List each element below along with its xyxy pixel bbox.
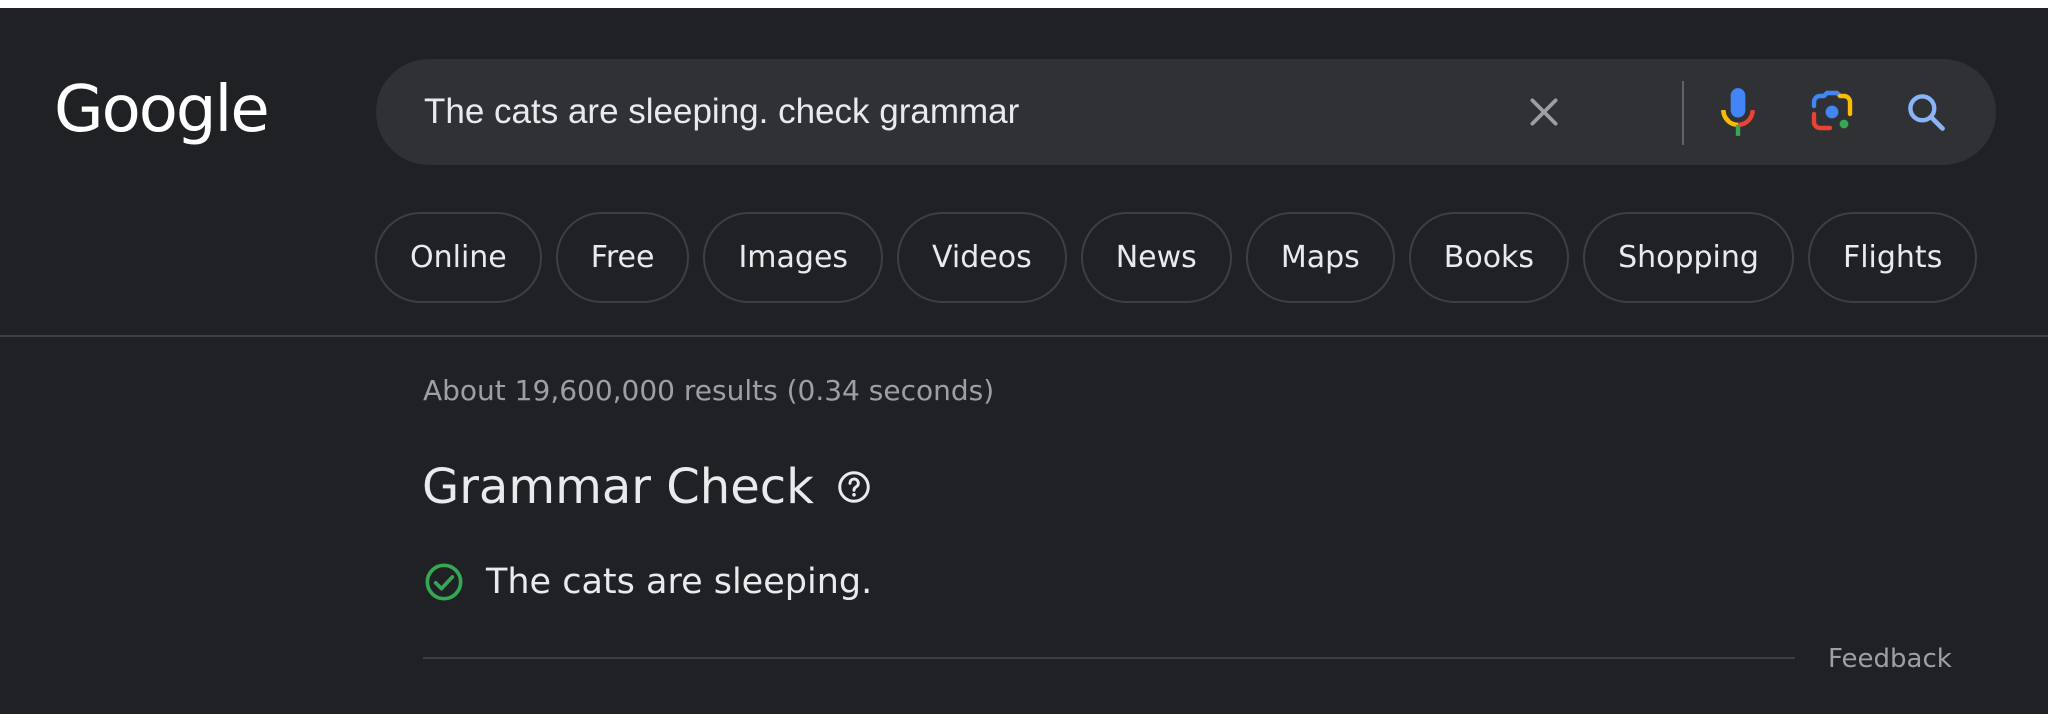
search-box [376,59,1996,165]
chip-flights[interactable]: Flights [1807,212,1978,303]
search-filter-chips: Online Free Images Videos News Maps Book… [375,212,1978,303]
result-divider [423,657,1795,659]
search-results-page: Google The cats are sleeping. check gram… [0,8,2048,714]
corrected-sentence: The cats are sleeping. [486,562,873,602]
search-input[interactable] [424,59,1524,165]
help-circle-icon[interactable] [836,469,872,505]
close-icon [1530,98,1558,126]
search-button[interactable] [1898,84,1954,140]
clear-search-button[interactable] [1516,84,1572,140]
check-circle-icon [425,563,463,601]
google-lens-icon [1811,90,1853,131]
chip-videos[interactable]: Videos [897,212,1067,303]
grammar-check-heading: Grammar Check [422,459,872,515]
result-stats: About 19,600,000 results (0.34 seconds) [423,374,995,407]
chip-maps[interactable]: Maps [1245,212,1395,303]
search-icon [1908,94,1945,131]
chip-news[interactable]: News [1080,212,1232,303]
grammar-check-title: Grammar Check [422,459,814,515]
chip-free[interactable]: Free [555,212,690,303]
voice-search-button[interactable] [1710,84,1766,140]
microphone-icon [1721,88,1755,136]
feedback-link[interactable]: Feedback [1828,644,1952,674]
search-by-image-button[interactable] [1804,84,1860,140]
search-box-divider [1682,81,1684,145]
google-logo[interactable]: Google [54,78,270,142]
header-divider [0,335,2048,337]
chip-images[interactable]: Images [703,212,884,303]
grammar-check-result: The cats are sleeping. [424,562,872,602]
chip-online[interactable]: Online [375,212,542,303]
chip-books[interactable]: Books [1408,212,1570,303]
chip-shopping[interactable]: Shopping [1583,212,1794,303]
